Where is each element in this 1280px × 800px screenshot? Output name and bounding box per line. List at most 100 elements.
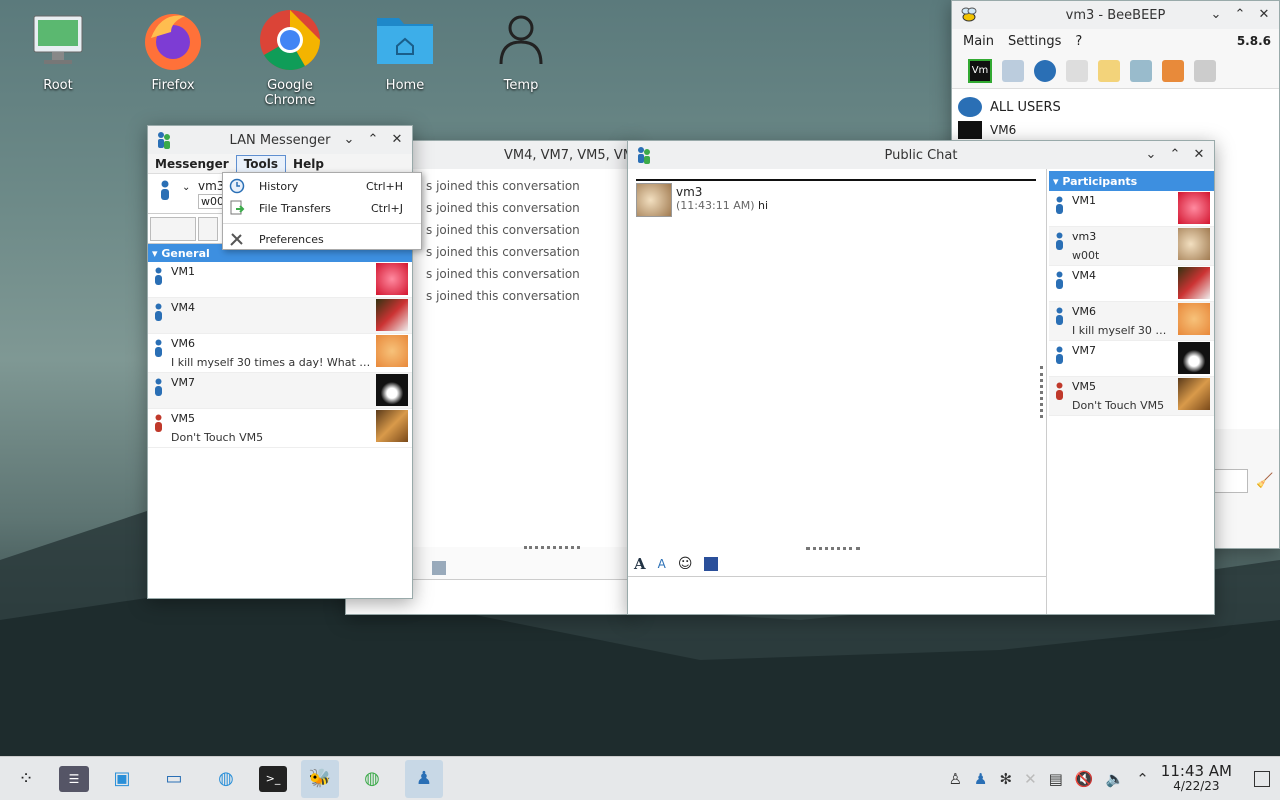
menu-item-preferences[interactable]: Preferences xyxy=(223,228,421,250)
muted-speaker-icon[interactable]: 🔇 xyxy=(1075,770,1094,788)
participant-name: VM7 xyxy=(1072,344,1097,357)
font-icon[interactable]: A xyxy=(634,555,646,573)
terminal-icon[interactable]: >_ xyxy=(259,765,287,792)
send-input[interactable] xyxy=(1214,469,1248,493)
tab-attachment[interactable] xyxy=(198,216,218,241)
status-vm-icon[interactable]: Vm xyxy=(968,58,992,83)
notes-icon[interactable] xyxy=(1002,59,1024,82)
message-sender: vm3 xyxy=(676,185,703,199)
window-title: Public Chat xyxy=(884,147,958,163)
maximize-icon[interactable]: ⌃ xyxy=(1233,8,1247,22)
desktop-icon-root[interactable]: Root xyxy=(13,8,103,93)
menu-item-history[interactable]: History Ctrl+H xyxy=(223,175,421,197)
trash-icon[interactable] xyxy=(1194,59,1216,82)
broadcast-icon[interactable] xyxy=(1034,59,1056,82)
clear-icon[interactable]: 🧹 xyxy=(1256,473,1273,489)
file-manager-icon[interactable]: ▭ xyxy=(155,760,193,798)
splitter-handle[interactable] xyxy=(524,546,580,550)
lan-titlebar[interactable]: LAN Messenger ⌄ ⌃ ✕ xyxy=(148,126,412,154)
save-icon[interactable] xyxy=(432,561,446,575)
beebeep-tray-icon[interactable]: ✻ xyxy=(1000,770,1013,788)
participant-row[interactable]: VM6 I kill myself 30 ti... xyxy=(1049,302,1214,341)
message-time: (11:43:11 AM) xyxy=(676,199,755,212)
menu-help[interactable]: Help xyxy=(286,156,331,172)
avatar xyxy=(1178,228,1210,260)
user-row[interactable]: VM5 Don't Touch VM5 xyxy=(148,409,412,448)
maximize-icon[interactable]: ⌃ xyxy=(366,133,380,147)
menu-help[interactable]: ? xyxy=(1068,34,1089,49)
edit-icon[interactable] xyxy=(1098,59,1120,82)
user-name: VM4 xyxy=(171,301,196,314)
vm6-item[interactable]: VM6 xyxy=(958,119,1273,141)
beebeep-task-icon[interactable]: 🐝 xyxy=(301,759,339,798)
share-icon[interactable] xyxy=(1162,59,1184,82)
participant-status: Don't Touch VM5 xyxy=(1072,399,1165,412)
clipboard-icon[interactable]: ▤ xyxy=(1049,770,1063,788)
lan-messenger-icon xyxy=(156,131,172,149)
vertical-splitter[interactable] xyxy=(1040,366,1044,418)
lan-messenger-tray-icon[interactable]: ♟ xyxy=(974,770,987,788)
minimize-icon[interactable]: ⌄ xyxy=(1209,8,1223,22)
font-color-icon[interactable]: A xyxy=(658,557,666,571)
maximize-icon[interactable]: ⌃ xyxy=(1168,148,1182,162)
menu-tools[interactable]: Tools xyxy=(235,154,287,173)
minimize-icon[interactable]: ⌄ xyxy=(342,133,356,147)
menu-item-shortcut: Ctrl+H xyxy=(365,179,403,193)
participant-name: VM6 xyxy=(1072,305,1097,318)
beebeep-titlebar[interactable]: vm3 - BeeBEEP ⌄ ⌃ ✕ xyxy=(952,1,1279,29)
menu-main[interactable]: Main xyxy=(956,34,1001,49)
menu-messenger[interactable]: Messenger xyxy=(148,156,236,172)
menu-item-file-transfers[interactable]: File Transfers Ctrl+J xyxy=(223,197,421,219)
participant-row[interactable]: VM5 Don't Touch VM5 xyxy=(1049,377,1214,416)
message-input[interactable] xyxy=(628,579,1046,614)
tab-chat[interactable] xyxy=(150,216,196,241)
participants-header[interactable]: ▾ Participants xyxy=(1049,171,1214,191)
globe-icon[interactable]: ◍ xyxy=(207,760,245,798)
app-launcher-icon[interactable]: ⁘ xyxy=(7,760,45,798)
self-status-icon[interactable] xyxy=(160,180,170,200)
tray-expand-icon[interactable]: ⌃ xyxy=(1136,770,1149,788)
user-row[interactable]: VM1 xyxy=(148,262,412,298)
desktop-icon-chrome[interactable]: Google Chrome xyxy=(245,8,335,108)
avatar xyxy=(376,335,408,367)
public-chat-titlebar[interactable]: Public Chat ⌄ ⌃ ✕ xyxy=(628,141,1214,169)
avatar xyxy=(1178,303,1210,335)
minimize-icon[interactable]: ⌄ xyxy=(1144,148,1158,162)
user-name: VM7 xyxy=(171,376,196,389)
status-dropdown-icon[interactable]: ⌄ xyxy=(182,182,190,193)
all-users-item[interactable]: ALL USERS xyxy=(958,95,1273,119)
user-row[interactable]: VM7 xyxy=(148,373,412,409)
desktop-icon-temp[interactable]: Temp xyxy=(476,8,566,93)
chat-history: vm3 (11:43:11 AM) hi xyxy=(628,169,1046,569)
home-icon[interactable] xyxy=(1066,59,1088,82)
save-icon[interactable] xyxy=(704,556,719,571)
splitter-handle[interactable] xyxy=(806,547,860,550)
show-desktop-icon[interactable] xyxy=(1254,770,1270,787)
menu-separator xyxy=(223,223,421,224)
home-folder-icon xyxy=(373,8,437,72)
self-name: vm3 xyxy=(198,179,225,193)
participant-row[interactable]: VM1 xyxy=(1049,191,1214,227)
clock[interactable]: 11:43 AM 4/22/23 xyxy=(1161,764,1232,793)
discover-store-icon[interactable]: ▣ xyxy=(103,760,141,798)
participant-row[interactable]: VM7 xyxy=(1049,341,1214,377)
tray-placeholder-icon[interactable]: ✕ xyxy=(1024,770,1037,788)
participant-row[interactable]: VM4 xyxy=(1049,266,1214,302)
settings-sliders-icon[interactable]: ☰ xyxy=(59,765,89,792)
close-icon[interactable]: ✕ xyxy=(390,133,404,147)
message-text: hi xyxy=(758,199,769,212)
participant-row[interactable]: vm3 w00t xyxy=(1049,227,1214,266)
user-row[interactable]: VM6 I kill myself 30 times a day! What ab… xyxy=(148,334,412,373)
desktop-icon-firefox[interactable]: Firefox xyxy=(128,8,218,93)
desktop-icon-home[interactable]: Home xyxy=(360,8,450,93)
close-icon[interactable]: ✕ xyxy=(1192,148,1206,162)
user-row[interactable]: VM4 xyxy=(148,298,412,334)
user-tray-icon[interactable]: ♙ xyxy=(949,770,962,788)
menu-settings[interactable]: Settings xyxy=(1001,34,1068,49)
close-icon[interactable]: ✕ xyxy=(1257,8,1271,22)
tools-icon[interactable] xyxy=(1130,59,1152,82)
lan-messenger-task-icon[interactable]: ♟ xyxy=(405,759,443,798)
network-globe-icon[interactable]: ◍ xyxy=(353,760,391,798)
emoticon-icon[interactable]: ☺ xyxy=(678,556,693,572)
volume-icon[interactable]: 🔈 xyxy=(1106,770,1125,788)
